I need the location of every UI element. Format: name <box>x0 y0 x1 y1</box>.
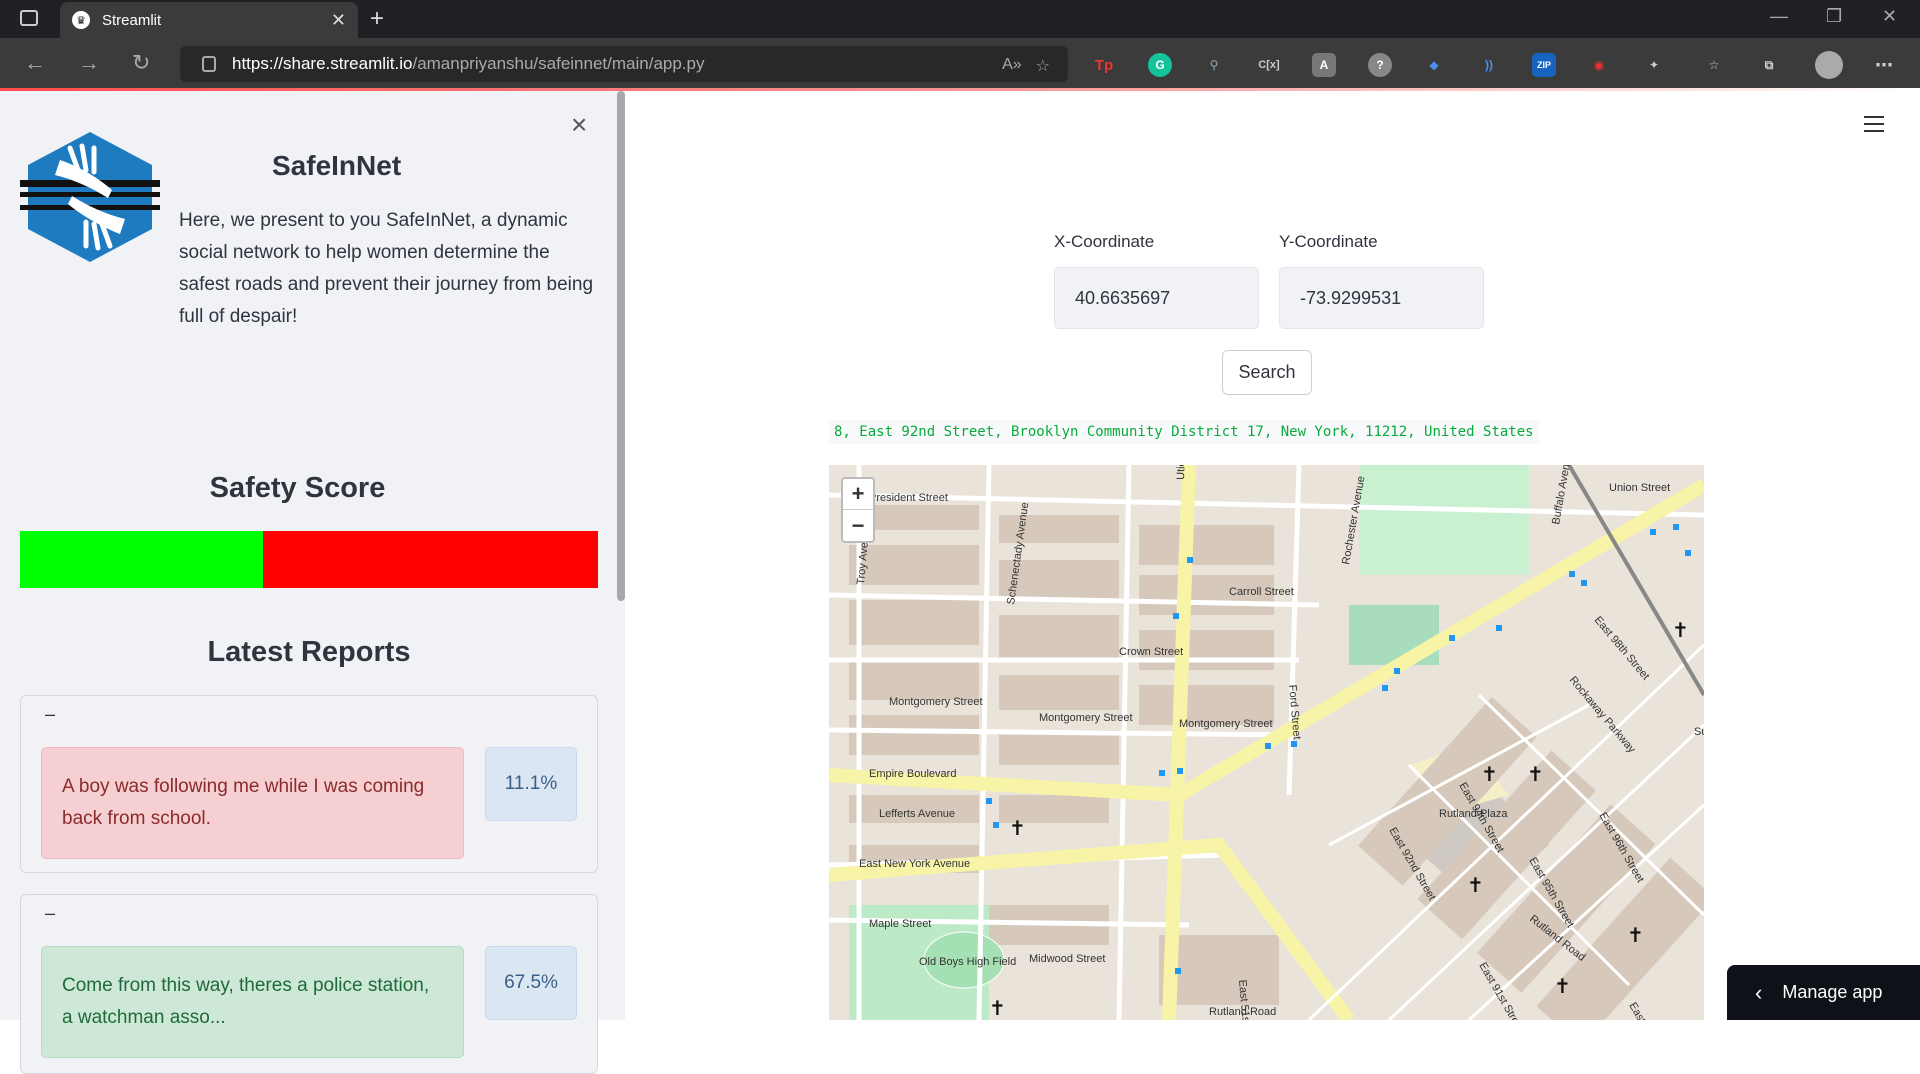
latest-reports-heading: Latest Reports <box>207 636 411 668</box>
svg-text:✝: ✝ <box>1009 816 1026 840</box>
restore-icon[interactable]: ❐ <box>1826 6 1842 27</box>
browser-toolbar: ← → ↻ https://share.streamlit.io/amanpri… <box>0 38 1920 90</box>
read-aloud-icon[interactable]: A» <box>1002 56 1022 76</box>
safety-score-bar <box>20 531 598 588</box>
safety-score-safe-segment <box>20 531 263 588</box>
map-street-label: President Street <box>869 492 948 504</box>
minimize-icon[interactable]: — <box>1770 6 1788 27</box>
extension-zip-icon[interactable]: ZIP <box>1532 53 1556 77</box>
url-text: https://share.streamlit.io/amanpriyanshu… <box>232 54 705 73</box>
extension-record-icon[interactable]: ◉ <box>1587 53 1611 77</box>
map-street-label: Montgomery Street <box>1179 718 1273 730</box>
map-zoom-control: + − <box>841 477 875 543</box>
favorites-icon[interactable]: ☆ <box>1702 53 1726 77</box>
map-street-label: Crown Street <box>1119 646 1183 658</box>
lock-icon <box>202 56 216 72</box>
svg-text:✝: ✝ <box>1627 923 1644 947</box>
zoom-in-button[interactable]: + <box>843 479 873 510</box>
resolved-address: 8, East 92nd Street, Brooklyn Community … <box>829 420 1539 444</box>
reload-icon[interactable]: ↻ <box>132 50 150 76</box>
profile-avatar[interactable] <box>1815 51 1843 79</box>
report-score: 67.5% <box>485 946 577 1020</box>
report-card[interactable]: – Come from this way, theres a police st… <box>20 894 598 1074</box>
extension-search-icon[interactable]: ⚲ <box>1202 53 1226 77</box>
tab-title: Streamlit <box>102 11 162 29</box>
browser-titlebar: ♛ Streamlit ✕ + — ❐ ✕ <box>0 0 1920 38</box>
report-card[interactable]: – A boy was following me while I was com… <box>20 695 598 873</box>
svg-text:✝: ✝ <box>1554 974 1571 998</box>
search-button[interactable]: Search <box>1222 350 1312 395</box>
back-icon[interactable]: ← <box>24 50 46 76</box>
map-street-label: Old Boys High Field <box>919 956 1016 968</box>
map-street-label: Union Street <box>1609 482 1670 494</box>
extension-shield-icon[interactable]: ◆ <box>1422 53 1446 77</box>
map-street-label: Midwood Street <box>1029 953 1105 965</box>
close-window-icon[interactable]: ✕ <box>1882 6 1897 27</box>
svg-text:✝: ✝ <box>1481 762 1498 786</box>
report-text: Come from this way, theres a police stat… <box>41 946 464 1058</box>
safety-score-heading: Safety Score <box>209 472 386 504</box>
extensions-puzzle-icon[interactable]: ✦ <box>1642 53 1666 77</box>
zoom-out-button[interactable]: − <box>843 510 873 541</box>
extension-cx-icon[interactable]: C[x] <box>1257 53 1281 77</box>
x-coordinate-input[interactable]: 40.6635697 <box>1054 267 1259 329</box>
collections-icon[interactable]: ⧉ <box>1757 53 1781 77</box>
svg-text:✝: ✝ <box>1527 762 1544 786</box>
more-menu-icon[interactable]: ⋯ <box>1872 53 1896 77</box>
extension-chat-icon[interactable]: ? <box>1368 53 1392 77</box>
map-street-label: Maple Street <box>869 918 931 930</box>
report-collapse-toggle[interactable]: – <box>45 903 55 924</box>
app-description: Here, we present to you SafeInNet, a dyn… <box>179 210 594 327</box>
forward-icon[interactable]: → <box>78 50 100 76</box>
svg-text:✝: ✝ <box>1467 873 1484 897</box>
app-title: SafeInNet <box>272 150 402 181</box>
svg-text:✝: ✝ <box>989 996 1006 1020</box>
map-street-label: Lefferts Avenue <box>879 808 955 820</box>
browser-tab[interactable]: ♛ Streamlit ✕ <box>60 2 358 38</box>
main-menu-icon[interactable] <box>1864 116 1884 132</box>
manage-app-label: Manage app <box>1782 982 1883 1002</box>
map-street-label: Sutter Avenue Rutland Road <box>1694 726 1704 738</box>
close-tab-icon[interactable]: ✕ <box>331 10 346 31</box>
svg-text:✝: ✝ <box>1672 618 1689 642</box>
close-sidebar-icon[interactable]: × <box>571 109 587 141</box>
x-coordinate-label: X-Coordinate <box>1054 232 1155 251</box>
sidebar-scrollbar[interactable] <box>617 91 625 601</box>
map-street-label: Empire Boulevard <box>869 768 956 780</box>
map-street-label: Montgomery Street <box>889 696 983 708</box>
map-street-label: Montgomery Street <box>1039 712 1133 724</box>
report-collapse-toggle[interactable]: – <box>45 704 55 725</box>
add-favorite-icon[interactable]: ☆ <box>1036 56 1050 76</box>
map-street-label: Carroll Street <box>1229 586 1294 598</box>
grammarly-icon[interactable]: G <box>1148 53 1172 77</box>
map-street-label: Rutland Plaza <box>1439 808 1508 820</box>
safety-score-unsafe-segment <box>262 531 598 588</box>
street-map[interactable]: ✝ ✝ ✝ ✝ ✝ ✝ ✝ ✝ President Street Union Street C… <box>829 465 1704 1020</box>
extension-wave-icon[interactable]: )) <box>1477 53 1501 77</box>
tab-actions-icon[interactable] <box>20 10 38 26</box>
extension-tp-icon[interactable]: Tp <box>1092 53 1116 77</box>
crown-icon: ♛ <box>72 11 90 29</box>
y-coordinate-label: Y-Coordinate <box>1279 232 1378 251</box>
chevron-left-icon: ‹ <box>1755 979 1763 1005</box>
manage-app-button[interactable]: ‹ Manage app <box>1727 965 1920 1020</box>
y-coordinate-input[interactable]: -73.9299531 <box>1279 267 1484 329</box>
safeinnet-logo <box>20 132 160 262</box>
extension-box-icon[interactable]: A <box>1312 53 1336 77</box>
map-tiles: ✝ ✝ ✝ ✝ ✝ ✝ ✝ ✝ President Street Union Street C… <box>829 465 1704 1020</box>
address-bar[interactable]: https://share.streamlit.io/amanpriyanshu… <box>180 46 1068 82</box>
map-street-label: East New York Avenue <box>859 858 970 870</box>
report-score: 11.1% <box>485 747 577 821</box>
new-tab-icon[interactable]: + <box>370 5 384 33</box>
report-text: A boy was following me while I was comin… <box>41 747 464 859</box>
